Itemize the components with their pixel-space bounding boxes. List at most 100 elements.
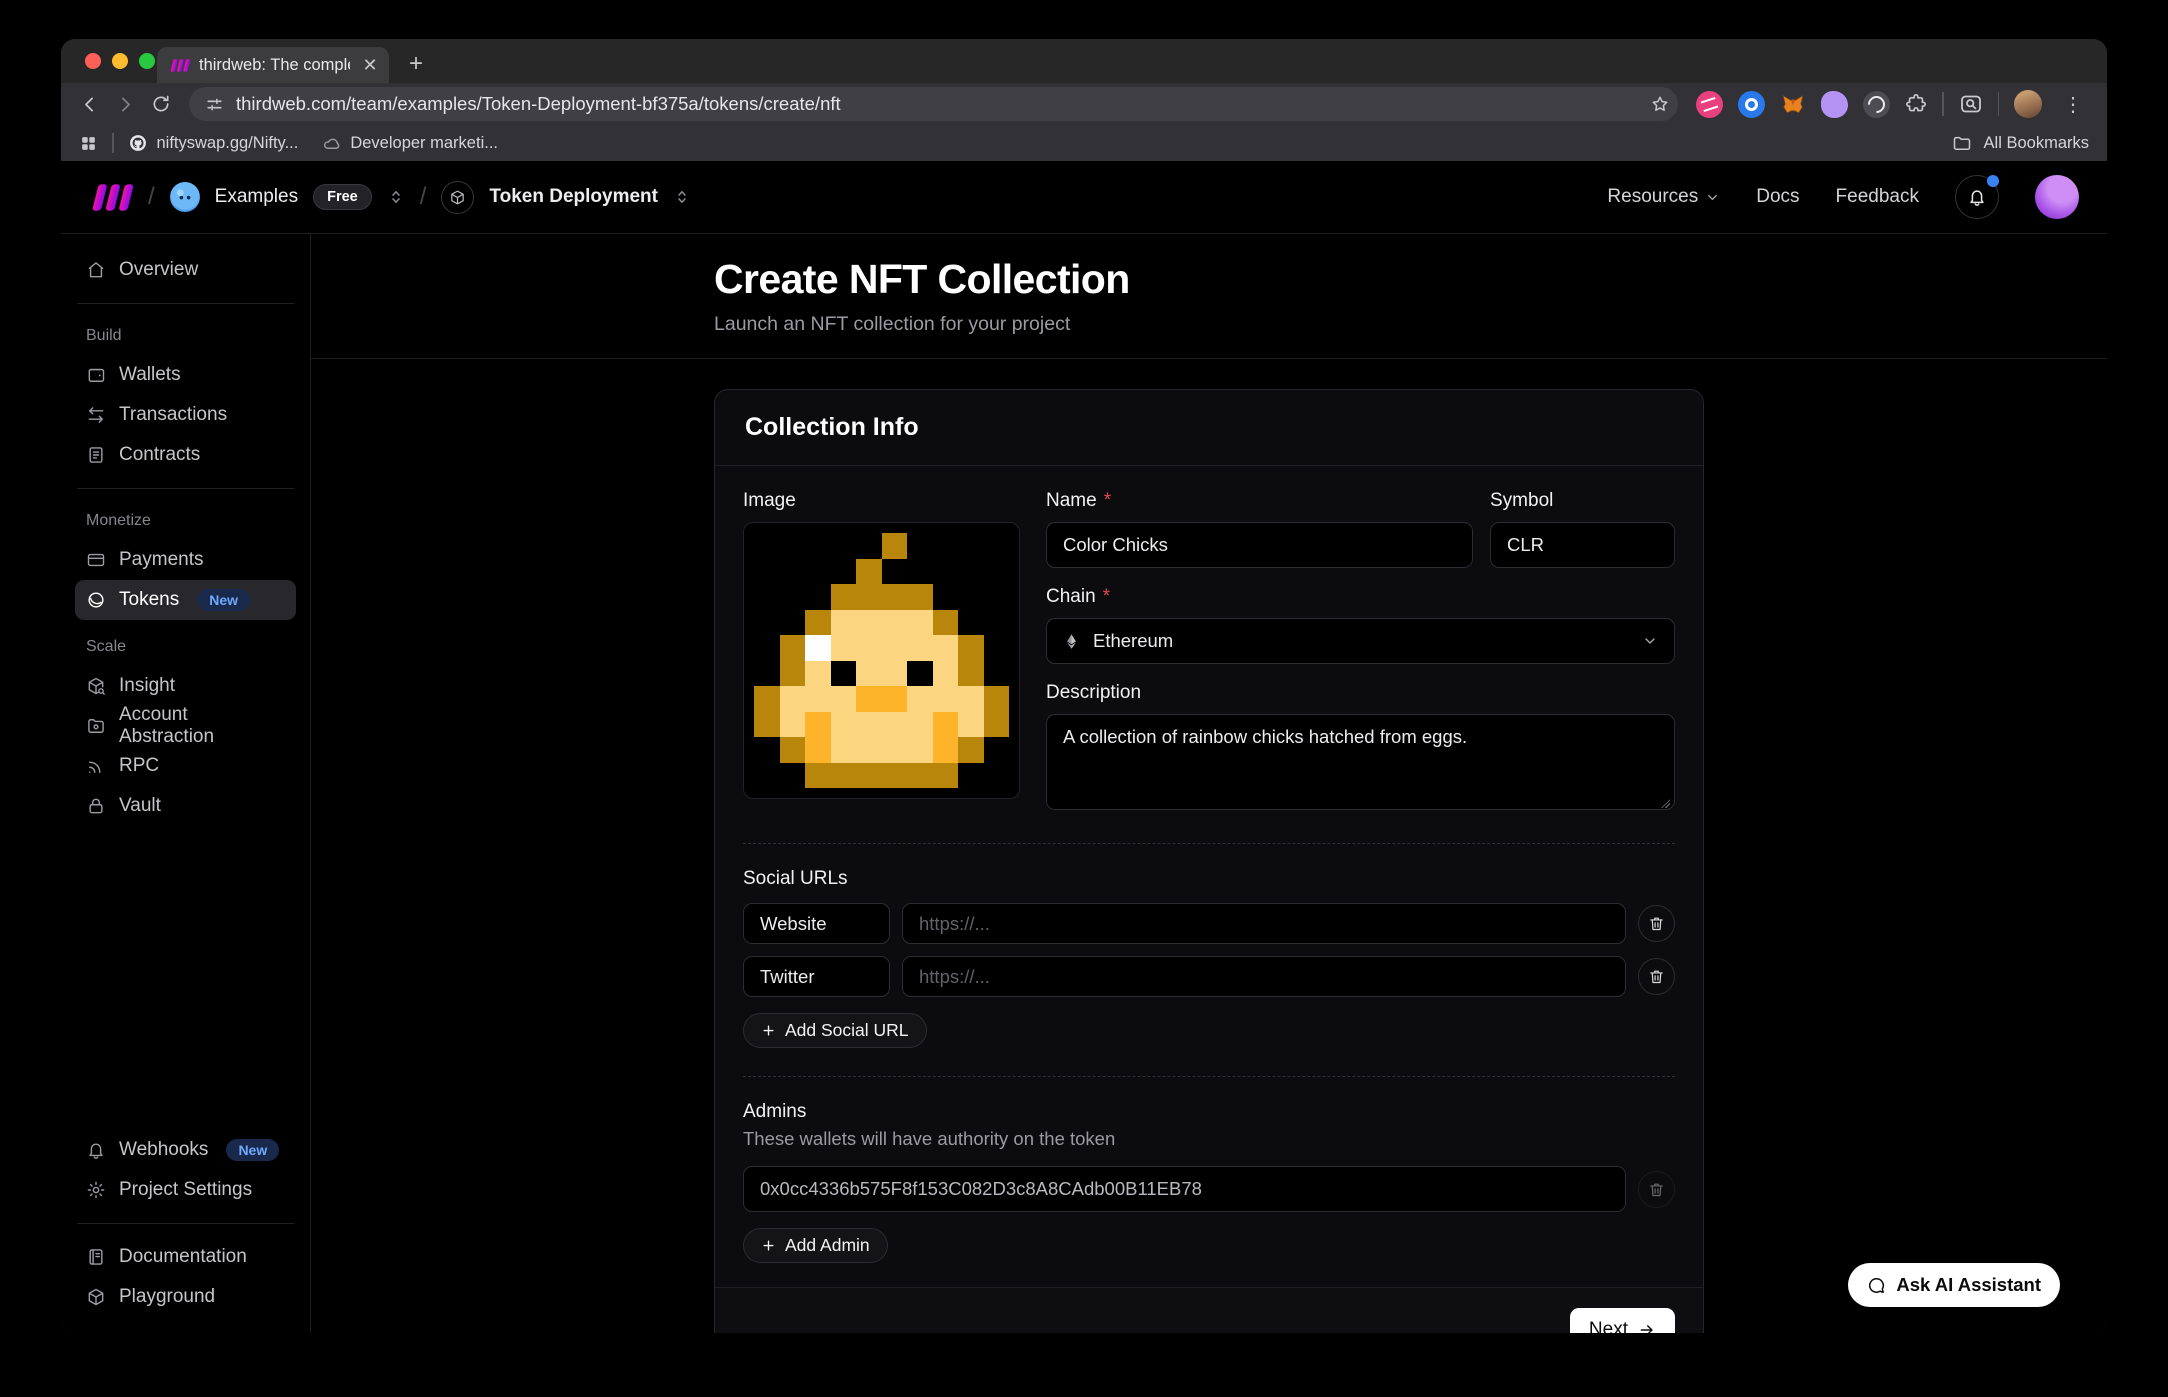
team-switcher-icon[interactable] — [387, 188, 405, 206]
extensions-row: ⋮ — [1688, 90, 2097, 118]
site-settings-icon[interactable] — [205, 95, 224, 114]
admin-address-input[interactable] — [743, 1166, 1626, 1212]
address-bar[interactable]: thirdweb.com/team/examples/Token-Deploym… — [189, 87, 1678, 121]
ask-ai-assistant-button[interactable]: Ask AI Assistant — [1848, 1263, 2060, 1307]
tab-search-icon[interactable] — [1959, 92, 1983, 116]
delete-social-url-button[interactable] — [1638, 905, 1675, 942]
breadcrumb-separator: / — [420, 183, 427, 211]
signal-icon — [86, 756, 106, 776]
tab-close-icon[interactable]: ✕ — [359, 54, 381, 76]
extension-icon-1[interactable] — [1696, 91, 1723, 118]
plus-icon — [761, 1238, 776, 1253]
sidebar-item-playground[interactable]: Playground — [75, 1277, 296, 1317]
apps-grid-icon[interactable] — [79, 134, 98, 153]
extension-icon-3[interactable] — [1821, 91, 1848, 118]
new-tab-button[interactable]: + — [401, 49, 431, 79]
resources-menu[interactable]: Resources — [1607, 186, 1720, 208]
new-badge: New — [197, 589, 250, 611]
minimize-window-button[interactable] — [112, 53, 128, 69]
plus-icon — [761, 1023, 776, 1038]
symbol-input[interactable] — [1490, 522, 1675, 568]
social-type-input[interactable] — [743, 903, 890, 944]
browser-tab[interactable]: thirdweb: The complete web3 ✕ — [157, 47, 389, 83]
sidebar-item-payments[interactable]: Payments — [75, 540, 296, 580]
sidebar-item-webhooks[interactable]: Webhooks New — [75, 1130, 296, 1170]
sidebar-item-vault[interactable]: Vault — [75, 786, 296, 826]
all-bookmarks[interactable]: All Bookmarks — [1952, 133, 2089, 153]
bookmark-star-icon[interactable] — [1650, 94, 1670, 114]
sidebar-item-tokens[interactable]: Tokens New — [75, 580, 296, 620]
home-icon — [86, 260, 106, 280]
delete-admin-button[interactable] — [1638, 1171, 1675, 1208]
extensions-puzzle-icon[interactable] — [1905, 93, 1927, 115]
docs-link[interactable]: Docs — [1756, 186, 1799, 208]
next-button[interactable]: Next — [1570, 1308, 1675, 1333]
credit-card-icon — [86, 550, 106, 570]
notifications-button[interactable] — [1955, 175, 1999, 219]
social-type-input[interactable] — [743, 956, 890, 997]
required-marker: * — [1103, 586, 1110, 608]
sidebar-item-transactions[interactable]: Transactions — [75, 395, 296, 435]
bookmark-item[interactable]: Developer marketi... — [322, 134, 498, 153]
team-avatar — [170, 182, 200, 212]
back-button[interactable] — [71, 86, 107, 122]
close-window-button[interactable] — [85, 53, 101, 69]
name-label: Name — [1046, 490, 1097, 512]
toolbar-separator — [1998, 92, 2000, 116]
sidebar-item-project-settings[interactable]: Project Settings — [75, 1170, 296, 1210]
sidebar-section-monetize: Monetize — [86, 512, 285, 530]
card-footer: Next — [715, 1287, 1703, 1333]
folder-account-icon — [86, 716, 106, 736]
sidebar-item-account-abstraction[interactable]: Account Abstraction — [75, 706, 296, 746]
extension-icon-2[interactable] — [1738, 91, 1765, 118]
sidebar-divider — [77, 1223, 294, 1224]
bookmark-label: Developer marketi... — [350, 134, 498, 153]
breadcrumb-team[interactable]: Examples — [215, 186, 298, 208]
delete-social-url-button[interactable] — [1638, 958, 1675, 995]
sidebar-item-overview[interactable]: Overview — [75, 250, 296, 290]
sidebar-section-build: Build — [86, 327, 285, 345]
social-url-input[interactable] — [902, 956, 1626, 997]
page-subtitle: Launch an NFT collection for your projec… — [714, 313, 1704, 336]
name-input[interactable] — [1046, 522, 1473, 568]
bell-icon — [1967, 187, 1987, 207]
thirdweb-logo[interactable] — [89, 183, 133, 212]
description-textarea[interactable]: A collection of rainbow chicks hatched f… — [1046, 714, 1675, 810]
breadcrumb-project[interactable]: Token Deployment — [489, 186, 658, 208]
metamask-extension-icon[interactable] — [1780, 92, 1806, 117]
traffic-lights — [85, 53, 155, 69]
feedback-link[interactable]: Feedback — [1836, 186, 1919, 208]
sidebar-item-wallets[interactable]: Wallets — [75, 355, 296, 395]
user-avatar[interactable] — [2035, 175, 2079, 219]
forward-button[interactable] — [107, 86, 143, 122]
chain-select[interactable]: Ethereum — [1046, 618, 1675, 664]
collection-info-card: Collection Info Image — [714, 389, 1704, 1333]
chain-value: Ethereum — [1093, 630, 1173, 652]
collection-image-upload[interactable] — [743, 522, 1020, 799]
social-url-input[interactable] — [902, 903, 1626, 944]
sidebar-item-contracts[interactable]: Contracts — [75, 435, 296, 475]
fullscreen-window-button[interactable] — [139, 53, 155, 69]
sidebar-item-insight[interactable]: Insight — [75, 666, 296, 706]
add-admin-button[interactable]: Add Admin — [743, 1228, 888, 1263]
url-text: thirdweb.com/team/examples/Token-Deploym… — [236, 93, 1638, 115]
tab-title: thirdweb: The complete web3 — [199, 56, 350, 75]
extension-icon-4[interactable] — [1863, 91, 1890, 118]
browser-toolbar: thirdweb.com/team/examples/Token-Deploym… — [61, 83, 2107, 125]
reload-button[interactable] — [143, 86, 179, 122]
browser-profile-avatar[interactable] — [2014, 90, 2042, 118]
bookmark-item[interactable]: niftyswap.gg/Nifty... — [128, 133, 299, 153]
ethereum-icon — [1063, 633, 1080, 650]
new-badge: New — [226, 1139, 279, 1161]
tab-strip: thirdweb: The complete web3 ✕ + — [61, 39, 2107, 83]
page-header: Create NFT Collection Launch an NFT coll… — [311, 234, 2107, 359]
sidebar-item-documentation[interactable]: Documentation — [75, 1237, 296, 1277]
main-area: Create NFT Collection Launch an NFT coll… — [311, 234, 2107, 1333]
project-switcher-icon[interactable] — [673, 188, 691, 206]
browser-menu-icon[interactable]: ⋮ — [2057, 92, 2089, 117]
add-social-url-button[interactable]: Add Social URL — [743, 1013, 927, 1048]
sidebar-item-rpc[interactable]: RPC — [75, 746, 296, 786]
sidebar-divider — [77, 303, 294, 304]
trash-icon — [1648, 915, 1665, 932]
breadcrumb-separator: / — [148, 183, 155, 211]
